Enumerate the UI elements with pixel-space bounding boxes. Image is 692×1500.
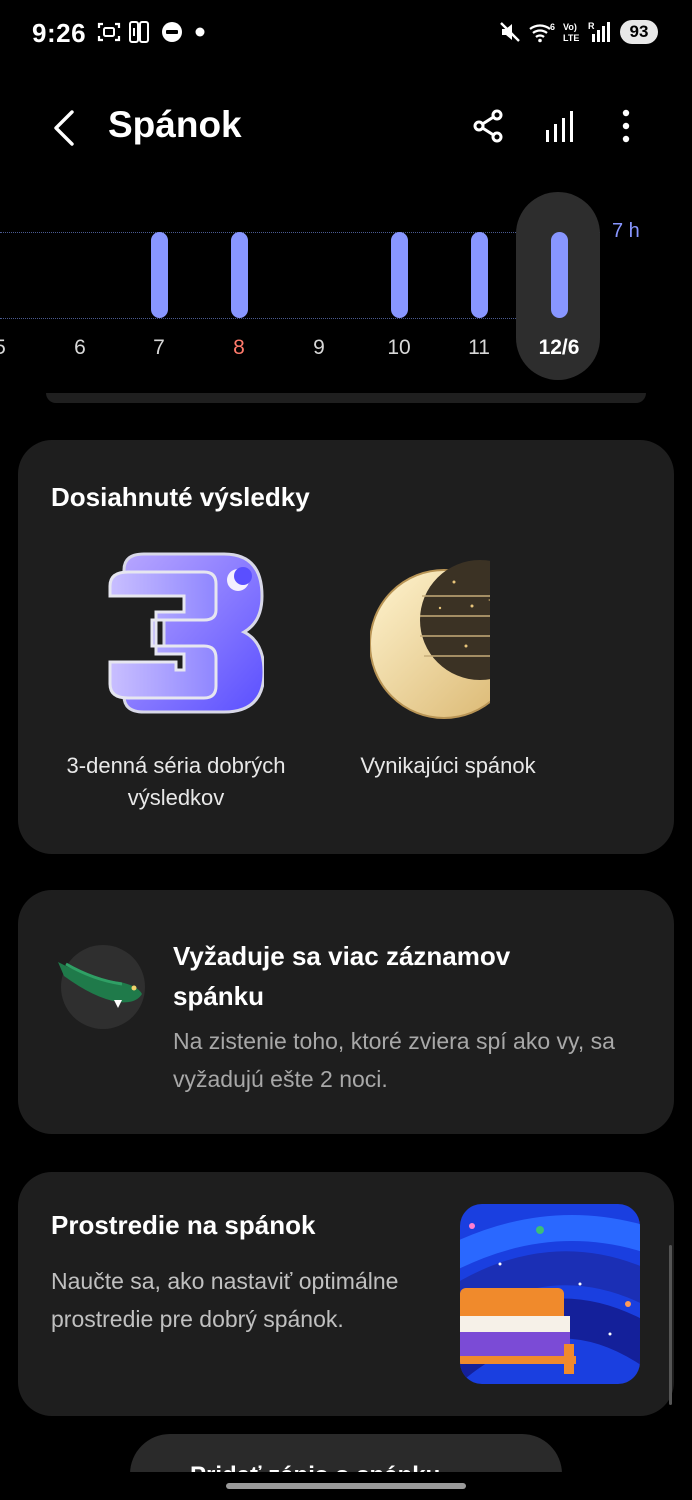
- sleep-chart: 7 h 56789 10 11 12/6: [0, 190, 692, 390]
- dot-icon: [195, 27, 205, 37]
- sleep-bar[interactable]: [150, 232, 168, 318]
- target-label: 7 h: [612, 220, 640, 242]
- animal-card-title: Vyžaduje sa viac záznamov spánku: [173, 941, 511, 1011]
- svg-text:6: 6: [550, 22, 555, 32]
- mute-icon: [500, 22, 520, 42]
- achievements-card: Dosiahnuté výsledky 3-denná séria dobrýc…: [18, 440, 674, 854]
- volte-icon: Vo) LTE: [563, 22, 579, 43]
- svg-text:R: R: [588, 21, 595, 31]
- scrollbar[interactable]: [669, 1245, 672, 1405]
- signal-icon: R: [588, 21, 610, 42]
- sleep-animal-card[interactable]: Vyžaduje sa viac záznamov spánku Na zist…: [18, 890, 674, 1134]
- app-badge-icon: [162, 22, 182, 42]
- chart-card-edge: [46, 393, 646, 403]
- day-label[interactable]: 6: [50, 336, 110, 360]
- moon-badge-icon[interactable]: [370, 550, 520, 720]
- environment-card-body: Naučte sa, ako nastaviť optimálne prostr…: [51, 1268, 399, 1332]
- page-title: Spánok: [108, 104, 242, 145]
- sleep-bar[interactable]: [390, 232, 408, 318]
- home-indicator[interactable]: [226, 1483, 466, 1489]
- target-line: [0, 232, 600, 233]
- sleep-bar[interactable]: [550, 232, 568, 318]
- day-label[interactable]: 10: [369, 336, 429, 360]
- back-icon[interactable]: [46, 108, 86, 148]
- environment-card-title: Prostredie na spánok: [51, 1210, 316, 1240]
- sleep-environment-card[interactable]: Prostredie na spánok Naučte sa, ako nast…: [18, 1172, 674, 1416]
- crocodile-icon: [58, 945, 145, 1029]
- status-bar: 9:26 6 Vo) LTE R 93: [0, 0, 692, 64]
- sleep-bar[interactable]: [230, 232, 248, 318]
- sim-icon: [129, 21, 149, 43]
- svg-text:Vo): Vo): [563, 22, 577, 32]
- day-label[interactable]: 5: [0, 336, 30, 360]
- achievement-caption-streak: 3-denná séria dobrých výsledkov: [66, 753, 286, 810]
- animal-card-body: Na zistenie toho, ktoré zviera spí ako v…: [173, 1028, 615, 1092]
- achievements-title: Dosiahnuté výsledky: [51, 482, 310, 512]
- bedroom-illustration: [460, 1204, 640, 1384]
- day-label[interactable]: 11: [449, 336, 509, 360]
- battery-indicator: 93: [620, 20, 658, 44]
- svg-text:LTE: LTE: [563, 33, 579, 43]
- baseline: [0, 318, 520, 319]
- day-label[interactable]: 8: [209, 336, 269, 360]
- more-icon[interactable]: [606, 106, 646, 146]
- stats-icon[interactable]: [540, 106, 580, 146]
- day-label[interactable]: 9: [289, 336, 349, 360]
- achievement-caption-sleep: Vynikajúci spánok: [360, 753, 536, 778]
- status-time: 9:26: [32, 18, 87, 48]
- app-bar: Spánok: [0, 90, 692, 170]
- wifi-icon: 6: [529, 22, 555, 43]
- day-label[interactable]: 12/6: [529, 336, 589, 360]
- day-label[interactable]: 7: [129, 336, 189, 360]
- screenshot-icon: [97, 22, 121, 42]
- share-icon[interactable]: [468, 106, 508, 146]
- streak-badge-icon[interactable]: [104, 550, 264, 716]
- sleep-bar[interactable]: [470, 232, 488, 318]
